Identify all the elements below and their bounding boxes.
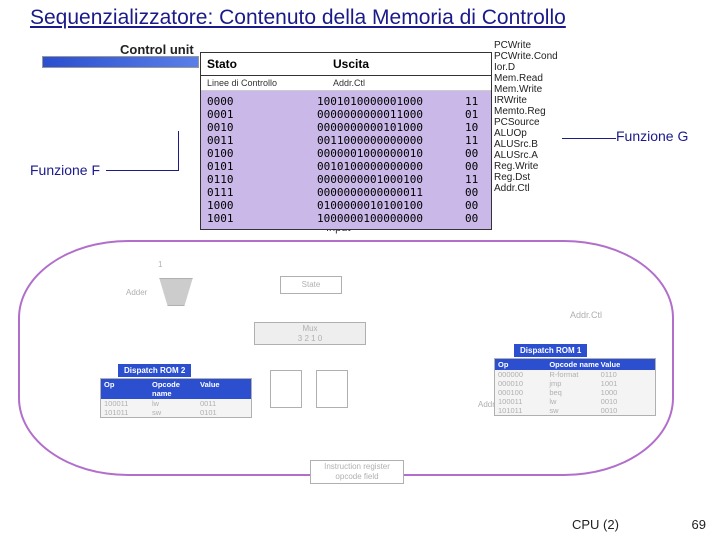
signal-item: ALUOp xyxy=(494,128,558,139)
funzione-g-arrow xyxy=(562,138,616,139)
one-label: 1 xyxy=(158,260,162,269)
signal-item: Addr.Ctl xyxy=(494,183,558,194)
funzione-f-label: Funzione F xyxy=(30,162,100,178)
signal-item: PCSource xyxy=(494,117,558,128)
signal-item: ALUSrc.A xyxy=(494,150,558,161)
dispatch-rom1-table: OpOpcode nameValue 000000R-format0110 00… xyxy=(494,358,656,416)
stato-header: Stato xyxy=(201,53,303,75)
instruction-register: Instruction register opcode field xyxy=(310,460,404,484)
signal-item: Memto.Reg xyxy=(494,106,558,117)
signal-list: PCWrite PCWrite.Cond Ior.D Mem.Read Mem.… xyxy=(494,40,558,194)
signal-item: Reg.Write xyxy=(494,161,558,172)
signal-item: PCWrite.Cond xyxy=(494,51,558,62)
state-register: State xyxy=(280,276,342,294)
linee-subheader: Linee di Controllo xyxy=(201,76,303,90)
mux-inputs: 3 2 1 0 xyxy=(255,334,365,344)
signal-item: Ior.D xyxy=(494,62,558,73)
signal-item: Reg.Dst xyxy=(494,172,558,183)
uscita-header: Uscita xyxy=(303,53,491,75)
control-lines-column: 1001010000001000000000000001100000000000… xyxy=(303,95,465,225)
control-unit-label: Control unit xyxy=(120,42,194,57)
dispatch-rom2-title: Dispatch ROM 2 xyxy=(118,364,191,377)
adder-label: Adder xyxy=(126,288,147,297)
addrctl-column: 11011011000011000000 xyxy=(465,95,491,225)
slide-title: Sequenzializzatore: Contenuto della Memo… xyxy=(30,6,566,30)
funzione-g-label: Funzione G xyxy=(616,128,688,144)
dispatch1-block xyxy=(316,370,348,408)
footer-label: CPU (2) xyxy=(572,517,619,532)
dispatch-rom1-title: Dispatch ROM 1 xyxy=(514,344,587,357)
signal-item: IRWrite xyxy=(494,95,558,106)
mux-label: Mux xyxy=(255,324,365,334)
control-memory-table: Stato Uscita Linee di Controllo Addr.Ctl… xyxy=(200,52,492,230)
decorative-bar xyxy=(42,56,199,68)
sequencer-diagram: 1 Adder State Addr.Ctl Mux 3 2 1 0 Addre… xyxy=(18,240,674,476)
dispatch2-block xyxy=(270,370,302,408)
adder-shape xyxy=(155,278,197,306)
funzione-f-arrow xyxy=(106,170,178,171)
addrctl-label: Addr.Ctl xyxy=(570,310,602,320)
page-number: 69 xyxy=(692,517,706,532)
signal-item: ALUSrc.B xyxy=(494,139,558,150)
mux-block: Mux 3 2 1 0 xyxy=(254,322,366,345)
signal-item: PCWrite xyxy=(494,40,558,51)
signal-item: Mem.Write xyxy=(494,84,558,95)
addr-subheader: Addr.Ctl xyxy=(303,76,491,90)
signal-item: Mem.Read xyxy=(494,73,558,84)
dispatch-rom2-table: OpOpcode nameValue 100011lw0011 101011sw… xyxy=(100,378,252,418)
state-column: 0000000100100011010001010110011110001001 xyxy=(201,95,303,225)
